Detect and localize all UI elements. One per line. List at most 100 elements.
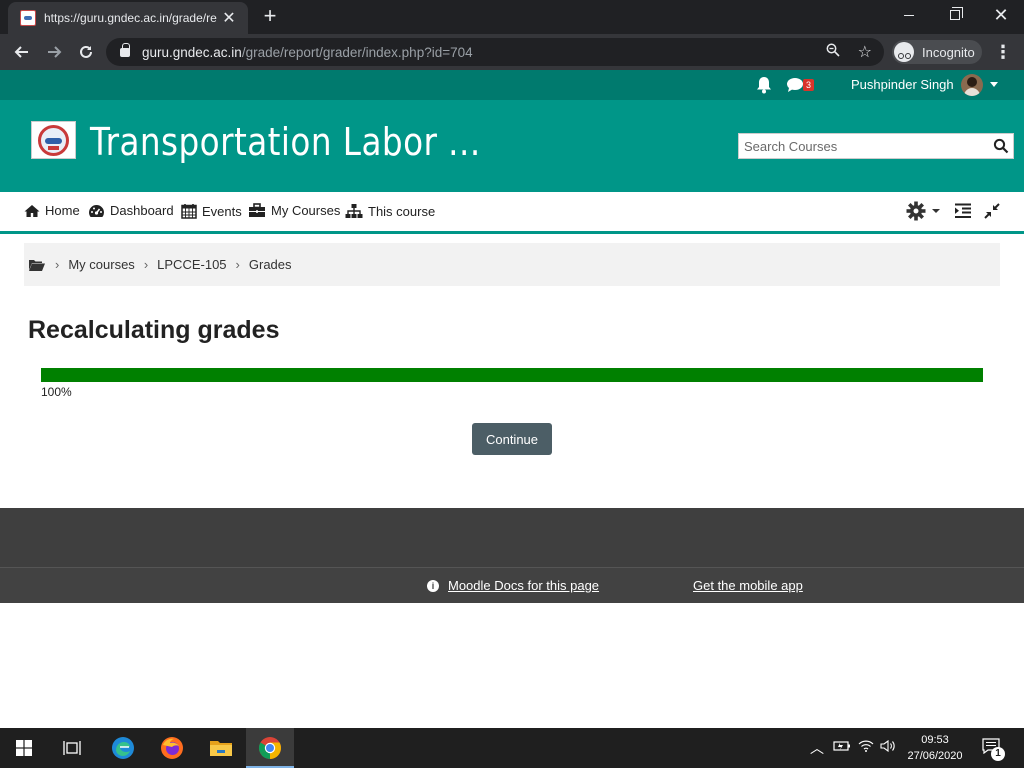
mobile-app-link[interactable]: Get the mobile app (693, 578, 803, 593)
windows-logo-icon (16, 740, 32, 756)
arrow-right-icon (48, 46, 62, 58)
folder-open-icon[interactable] (28, 258, 46, 272)
firefox-taskbar-button[interactable] (148, 728, 196, 768)
nav-my-courses[interactable]: My Courses (248, 203, 340, 218)
calendar-icon (181, 204, 197, 219)
drawer-toggle-icon[interactable] (954, 203, 972, 219)
browser-tabstrip: https://guru.gndec.ac.in/grade/re ✕ + ✕ (0, 0, 1024, 34)
chrome-icon (259, 737, 281, 759)
window-minimize-button[interactable] (886, 0, 932, 30)
close-icon: ✕ (993, 5, 1009, 25)
breadcrumb-grades[interactable]: Grades (249, 257, 292, 272)
nav-my-courses-label: My Courses (271, 203, 341, 218)
tab-close-icon[interactable]: ✕ (220, 8, 238, 28)
task-view-button[interactable] (48, 728, 96, 768)
course-search (738, 133, 1014, 159)
sitemap-icon (345, 204, 363, 218)
new-tab-button[interactable]: + (258, 5, 282, 29)
window-restore-button[interactable] (932, 0, 978, 30)
forward-button[interactable] (42, 40, 66, 64)
moodle-docs-link[interactable]: i Moodle Docs for this page (427, 578, 599, 593)
nav-this-course[interactable]: This course (345, 203, 435, 219)
home-icon (24, 204, 40, 217)
address-bar[interactable]: guru.gndec.ac.in/grade/report/grader/ind… (106, 38, 884, 66)
tab-title: https://guru.gndec.ac.in/grade/re (44, 11, 217, 25)
collapse-fullscreen-icon[interactable] (983, 202, 1001, 220)
nav-home-label: Home (45, 203, 80, 218)
task-view-icon (63, 741, 81, 755)
site-logo[interactable] (31, 121, 76, 159)
progress-bar-fill (41, 368, 983, 382)
continue-button[interactable]: Continue (472, 423, 552, 455)
bookmark-star-icon[interactable]: ☆ (858, 42, 872, 62)
back-button[interactable] (10, 40, 34, 64)
nav-dashboard[interactable]: Dashboard (88, 203, 174, 218)
breadcrumb: › My courses › LPCCE-105 › Grades (24, 243, 1000, 286)
messages-icon[interactable] (786, 77, 804, 93)
notification-count-badge: 1 (991, 747, 1005, 761)
browser-toolbar: guru.gndec.ac.in/grade/report/grader/ind… (0, 34, 1024, 70)
info-icon: i (427, 579, 439, 592)
zoom-icon[interactable] (826, 43, 840, 60)
breadcrumb-separator: › (235, 257, 240, 272)
user-name[interactable]: Pushpinder Singh (851, 77, 954, 92)
wifi-icon[interactable] (858, 740, 874, 755)
battery-icon[interactable] (833, 740, 851, 755)
main-navbar: Home Dashboard Events My Courses This co… (0, 192, 1024, 234)
user-menu-caret-icon[interactable] (990, 82, 998, 87)
tray-overflow-chevron-icon[interactable]: ︿ (810, 738, 824, 758)
message-count-badge: 3 (803, 79, 814, 91)
action-center-button[interactable]: 1 (982, 738, 1005, 761)
dashboard-icon (89, 204, 104, 217)
chrome-taskbar-button[interactable] (246, 728, 294, 768)
site-title[interactable]: Transportation Labor ... (90, 120, 481, 164)
site-favicon-icon (20, 10, 36, 26)
folder-icon (210, 741, 232, 756)
nav-dashboard-label: Dashboard (110, 203, 174, 218)
user-avatar[interactable] (961, 74, 983, 96)
search-courses-input[interactable] (739, 134, 985, 158)
incognito-indicator[interactable]: Incognito (892, 40, 982, 64)
nav-events[interactable]: Events (181, 203, 242, 219)
nav-this-course-label: This course (368, 203, 436, 219)
edge-icon (112, 737, 134, 759)
nav-events-label: Events (202, 203, 242, 219)
page-footer (0, 508, 1024, 567)
windows-taskbar: ︿ 09:53 27/06/2020 1 (0, 728, 1024, 768)
clock-time: 09:53 (921, 734, 949, 746)
browser-menu-icon[interactable]: ⋮ (994, 43, 1012, 61)
volume-icon[interactable] (880, 739, 896, 755)
notifications-bell-icon[interactable] (756, 76, 772, 94)
breadcrumb-my-courses[interactable]: My courses (68, 257, 134, 272)
firefox-icon (161, 737, 183, 759)
arrow-left-icon (14, 46, 28, 58)
progress-bar (41, 368, 983, 382)
address-url: guru.gndec.ac.in/grade/report/grader/ind… (142, 44, 473, 60)
reload-icon (80, 45, 92, 58)
clock-date: 27/06/2020 (907, 750, 963, 762)
nav-home[interactable]: Home (24, 203, 80, 218)
breadcrumb-separator: › (55, 257, 60, 272)
file-explorer-taskbar-button[interactable] (197, 728, 245, 768)
progress-percent-label: 100% (41, 385, 72, 399)
page-title: Recalculating grades (28, 316, 280, 344)
minimize-icon (904, 14, 914, 16)
taskbar-clock[interactable]: 09:53 27/06/2020 (900, 732, 970, 764)
browser-tab[interactable]: https://guru.gndec.ac.in/grade/re ✕ (8, 2, 248, 34)
breadcrumb-course[interactable]: LPCCE-105 (157, 257, 226, 272)
settings-menu-button[interactable] (906, 201, 942, 221)
page-header: Transportation Labor ... (0, 100, 1024, 192)
incognito-label: Incognito (922, 44, 975, 60)
moodle-topbar: 3 Pushpinder Singh (0, 70, 1024, 100)
restore-icon (950, 7, 963, 20)
start-button[interactable] (0, 728, 48, 768)
reload-button[interactable] (74, 40, 98, 64)
edge-taskbar-button[interactable] (99, 728, 147, 768)
moodle-docs-label: Moodle Docs for this page (448, 578, 600, 593)
breadcrumb-separator: › (143, 257, 149, 272)
briefcase-icon (249, 203, 265, 217)
window-close-button[interactable]: ✕ (978, 0, 1024, 30)
search-icon[interactable] (993, 138, 1009, 154)
incognito-icon (894, 42, 914, 62)
lock-icon (120, 42, 130, 57)
